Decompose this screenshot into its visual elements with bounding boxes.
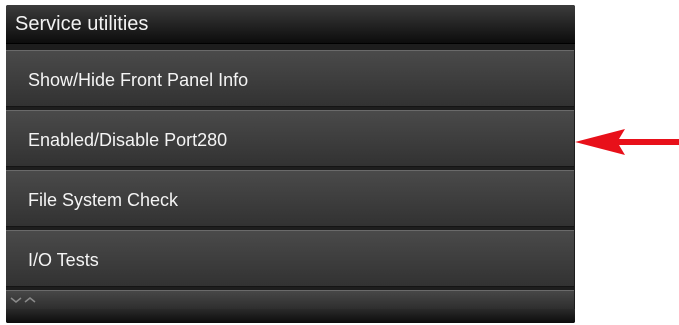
title-bar: Service utilities bbox=[6, 5, 575, 44]
menu-item-label: File System Check bbox=[28, 190, 179, 210]
menu-item-label: Enabled/Disable Port280 bbox=[28, 130, 228, 150]
service-utilities-menu: Show/Hide Front Panel Info Enabled/Disab… bbox=[6, 50, 574, 290]
front-panel-screen: Service utilities Show/Hide Front Panel … bbox=[6, 5, 575, 323]
partially-visible-menu-item[interactable] bbox=[6, 290, 574, 309]
menu-item-enable-disable-port280[interactable]: Enabled/Disable Port280 bbox=[6, 110, 574, 167]
menu-item-show-hide-front-panel-info[interactable]: Show/Hide Front Panel Info bbox=[6, 50, 574, 107]
menu-item-label: I/O Tests bbox=[28, 250, 99, 270]
page-title: Service utilities bbox=[15, 13, 149, 35]
menu-item-io-tests[interactable]: I/O Tests bbox=[6, 230, 574, 287]
scroll-down-indicator-icon bbox=[10, 297, 36, 303]
menu-item-file-system-check[interactable]: File System Check bbox=[6, 170, 574, 227]
red-arrow-left-icon bbox=[575, 129, 679, 155]
menu-item-label: Show/Hide Front Panel Info bbox=[28, 70, 249, 90]
bottom-bar bbox=[6, 309, 575, 323]
